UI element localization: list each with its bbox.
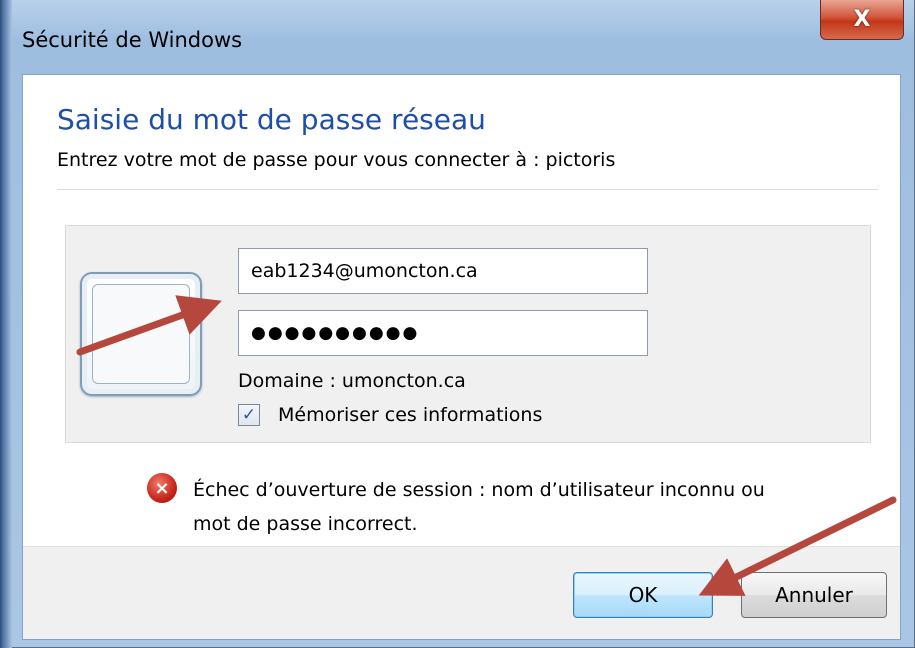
username-field[interactable]: eab1234@umoncton.ca — [238, 248, 648, 294]
title-bar[interactable]: Sécurité de Windows X — [12, 0, 914, 74]
remember-credentials[interactable]: ✓ Mémoriser ces informations — [238, 400, 542, 430]
domain-label: Domaine : umoncton.ca — [238, 370, 466, 392]
error-message-line1: Échec d’ouverture de session : nom d’uti… — [193, 479, 765, 501]
button-bar: OK Annuler — [23, 546, 900, 639]
error-message-line2: mot de passe incorrect. — [193, 513, 418, 535]
divider — [57, 189, 878, 190]
error-message: Échec d’ouverture de session : nom d’uti… — [193, 473, 853, 541]
user-tile-icon — [80, 272, 202, 396]
window-title: Sécurité de Windows — [22, 28, 243, 52]
ok-button[interactable]: OK — [573, 572, 713, 618]
close-button[interactable]: X — [820, 0, 904, 40]
dialog-body: Saisie du mot de passe réseau Entrez vot… — [22, 74, 901, 640]
dialog-subtitle: Entrez votre mot de passe pour vous conn… — [57, 149, 616, 171]
window-frame-left — [0, 0, 12, 648]
remember-label[interactable]: Mémoriser ces informations — [278, 404, 542, 426]
dialog-window: Sécurité de Windows X Saisie du mot de p… — [0, 0, 915, 648]
remember-checkbox[interactable]: ✓ — [238, 404, 260, 426]
page-title: Saisie du mot de passe réseau — [57, 103, 486, 136]
password-field[interactable]: ●●●●●●●●●● — [238, 310, 648, 356]
error-icon: × — [147, 473, 177, 503]
close-icon: X — [853, 7, 871, 32]
credential-tile-panel: eab1234@umoncton.ca ●●●●●●●●●● Domaine :… — [65, 225, 871, 443]
cancel-button[interactable]: Annuler — [741, 572, 887, 618]
user-tile-picture — [92, 284, 190, 384]
